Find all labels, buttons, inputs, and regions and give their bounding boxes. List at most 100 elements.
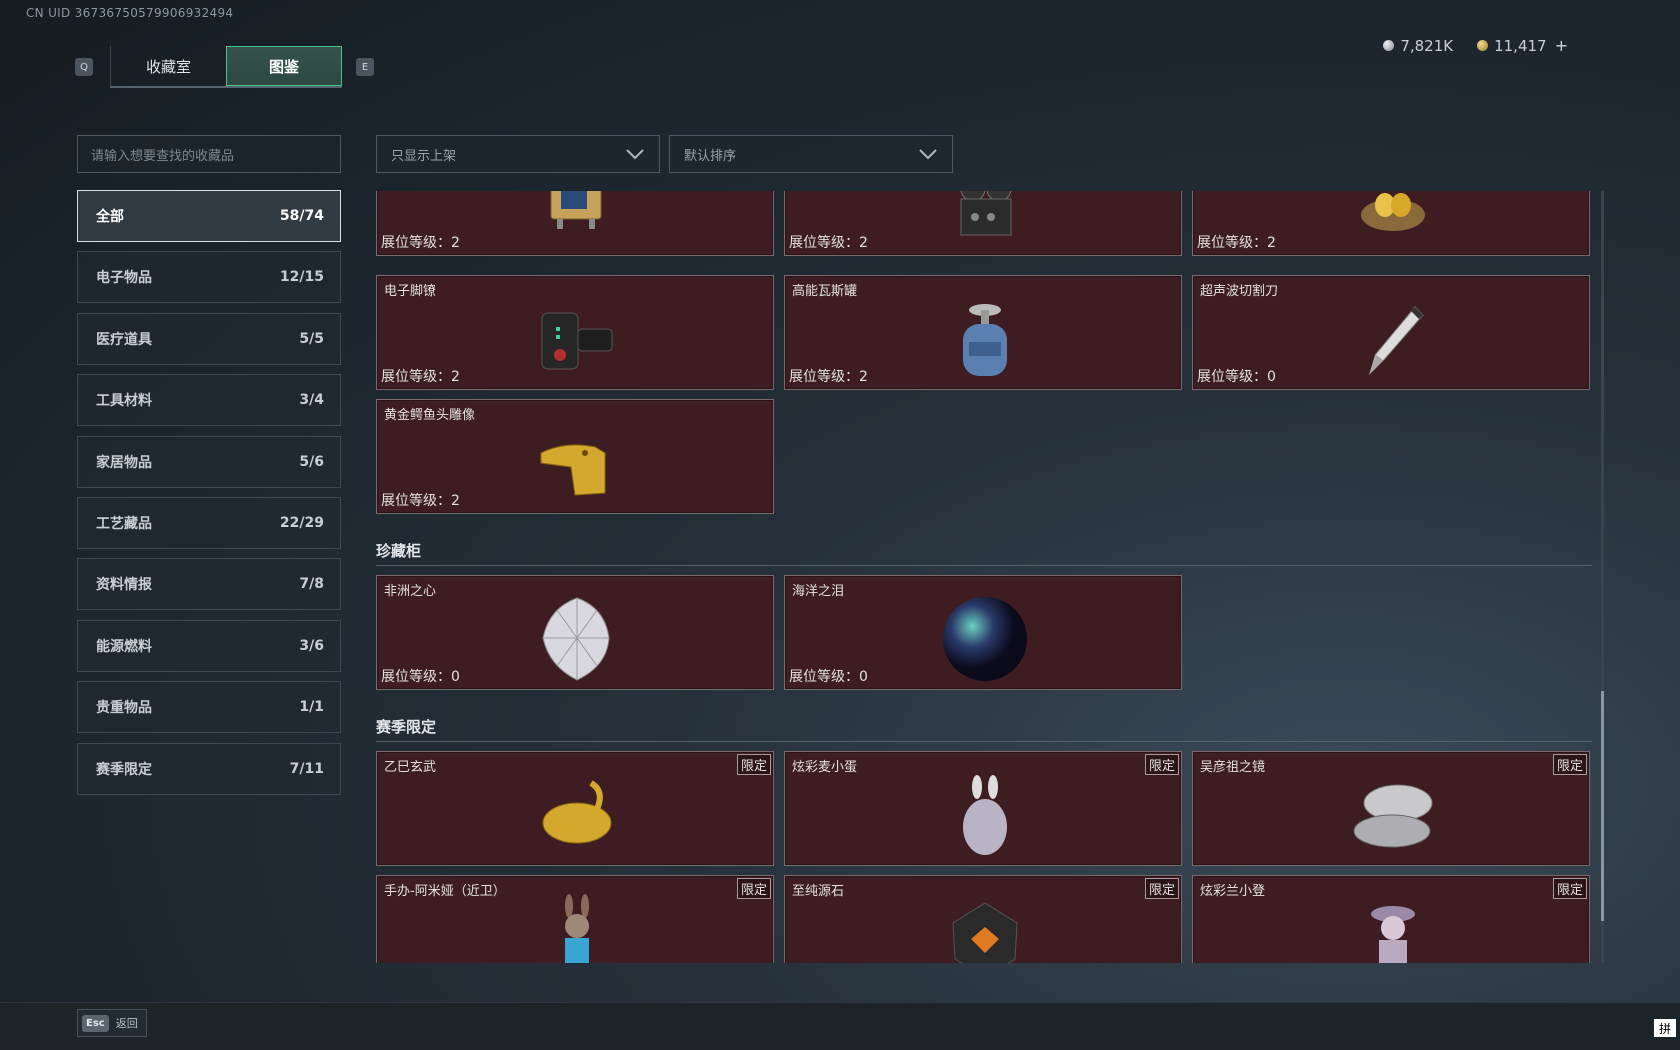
category-all[interactable]: 全部 58/74 [77, 190, 341, 242]
currency-bar: 7,821K 11,417 + [1383, 36, 1568, 55]
search-input[interactable]: 请输入想要查找的收藏品 [77, 135, 341, 173]
booth-level: 展位等级：0 [1197, 369, 1276, 385]
limited-badge: 限定 [1552, 754, 1587, 775]
item-card[interactable]: 高能瓦斯罐 展位等级：2 [784, 275, 1182, 390]
scrollbar[interactable] [1601, 191, 1604, 963]
tape-recorder-icon [940, 191, 1030, 250]
taskbar [0, 1040, 1680, 1050]
section-divider [376, 565, 1592, 566]
item-name: 至纯源石 [792, 884, 845, 899]
item-card[interactable]: 展位等级：2 [784, 191, 1182, 256]
prev-tab-key: Q [75, 58, 93, 76]
booth-level: 展位等级：2 [789, 369, 868, 385]
category-energy[interactable]: 能源燃料 3/6 [77, 619, 341, 672]
category-label: 家居物品 [96, 454, 152, 471]
collection-grid[interactable]: 展位等级：2 展位等级：2 展位等级：2 电子脚镣 展位等级：2 高能瓦斯罐 展… [376, 191, 1592, 963]
item-card[interactable]: 炫彩麦小蛋 限定 [784, 751, 1182, 866]
category-count: 3/4 [299, 392, 324, 409]
item-name: 手办-阿米娅（近卫） [384, 884, 506, 899]
diamond-icon [532, 594, 622, 684]
limited-badge: 限定 [1144, 878, 1179, 899]
category-valuables[interactable]: 贵重物品 1/1 [77, 681, 341, 734]
add-currency-icon[interactable]: + [1555, 36, 1568, 55]
esc-key: Esc [82, 1014, 109, 1032]
booth-level: 展位等级：2 [381, 369, 460, 385]
item-card[interactable]: 展位等级：2 [376, 191, 774, 256]
category-label: 资料情报 [96, 577, 152, 594]
booth-level: 展位等级：0 [381, 669, 460, 685]
item-card[interactable]: 炫彩兰小登 限定 [1192, 875, 1590, 963]
display-filter-value: 只显示上架 [391, 148, 457, 164]
booth-level: 展位等级：2 [789, 235, 868, 251]
booth-level: 展位等级：0 [789, 669, 868, 685]
category-label: 电子物品 [96, 270, 152, 287]
gold-currency: 11,417 + [1477, 36, 1568, 55]
category-electronics[interactable]: 电子物品 12/15 [77, 251, 341, 304]
scroll-thumb[interactable] [1601, 691, 1604, 921]
sort-dropdown[interactable]: 默认排序 [669, 135, 953, 173]
category-count: 58/74 [279, 208, 324, 224]
category-label: 工具材料 [96, 393, 152, 410]
item-card[interactable]: 非洲之心 展位等级：0 [376, 575, 774, 690]
silver-amount: 7,821K [1400, 36, 1454, 55]
item-card[interactable]: 乙巳玄武 限定 [376, 751, 774, 866]
category-household[interactable]: 家居物品 5/6 [77, 435, 341, 488]
category-count: 7/11 [289, 760, 324, 777]
item-name: 电子脚镣 [384, 284, 437, 299]
item-name: 乙巳玄武 [384, 760, 437, 775]
chevron-down-icon [919, 149, 937, 160]
booth-level: 展位等级：2 [381, 235, 460, 251]
chevron-down-icon [626, 149, 644, 160]
next-tab-key: E [356, 58, 374, 76]
golden-eggs-nest-icon [1348, 191, 1438, 250]
silver-coin-icon [1383, 40, 1395, 51]
main-tabs: 收藏室 图鉴 [110, 46, 342, 88]
gold-dragon-icon [532, 770, 622, 860]
knife-icon [1348, 294, 1438, 384]
item-card[interactable]: 至纯源石 限定 [784, 875, 1182, 963]
category-list: 全部 58/74 电子物品 12/15 医疗道具 5/5 工具材料 3/4 家居物品 5/… [77, 190, 341, 804]
silver-currency: 7,821K [1383, 36, 1453, 55]
item-card[interactable]: 展位等级：2 [1192, 191, 1590, 256]
item-card[interactable]: 电子脚镣 展位等级：2 [376, 275, 774, 390]
category-label: 全部 [96, 209, 124, 225]
orb-icon [940, 594, 1030, 684]
display-filter-dropdown[interactable]: 只显示上架 [376, 135, 660, 173]
category-label: 能源燃料 [96, 638, 152, 655]
item-name: 炫彩兰小登 [1200, 884, 1266, 899]
item-name: 高能瓦斯罐 [792, 284, 858, 299]
crystal-icon [940, 894, 1030, 963]
back-button[interactable]: Esc 返回 [77, 1009, 147, 1037]
tab-catalog[interactable]: 图鉴 [226, 46, 342, 86]
user-uid: CN UID 3673675057990693​2494 [26, 6, 234, 20]
compact-mirror-icon [1348, 770, 1438, 860]
item-name: 吴彦祖之镜 [1200, 760, 1266, 775]
item-name: 海洋之泪 [792, 584, 845, 599]
section-divider [376, 741, 1592, 742]
category-intel[interactable]: 资料情报 7/8 [77, 558, 341, 611]
booth-level: 展位等级：2 [381, 493, 460, 509]
category-crafts[interactable]: 工艺藏品 22/29 [77, 496, 341, 549]
category-label: 医疗道具 [96, 331, 152, 348]
limited-badge: 限定 [736, 878, 771, 899]
item-card[interactable]: 海洋之泪 展位等级：0 [784, 575, 1182, 690]
ime-indicator[interactable]: 拼 [1654, 1019, 1676, 1037]
item-card[interactable]: 手办-阿米娅（近卫） 限定 [376, 875, 774, 963]
footer-bar [0, 1002, 1680, 1040]
category-label: 赛季限定 [96, 761, 152, 778]
category-count: 3/6 [299, 637, 324, 654]
gold-coin-icon [1477, 40, 1489, 51]
category-medical[interactable]: 医疗道具 5/5 [77, 312, 341, 365]
category-season[interactable]: 赛季限定 7/11 [77, 742, 341, 795]
item-name: 非洲之心 [384, 584, 437, 599]
item-card[interactable]: 吴彦祖之镜 限定 [1192, 751, 1590, 866]
tab-collection-room[interactable]: 收藏室 [110, 46, 226, 86]
item-name: 超声波切割刀 [1200, 284, 1279, 299]
figure2-icon [1348, 894, 1438, 963]
gold-croc-statue-icon [532, 418, 622, 508]
item-card[interactable]: 黄金鳄鱼头雕像 展位等级：2 [376, 399, 774, 514]
category-count: 12/15 [279, 269, 324, 286]
category-count: 1/1 [299, 699, 324, 716]
item-card[interactable]: 超声波切割刀 展位等级：0 [1192, 275, 1590, 390]
category-tools[interactable]: 工具材料 3/4 [77, 374, 341, 427]
